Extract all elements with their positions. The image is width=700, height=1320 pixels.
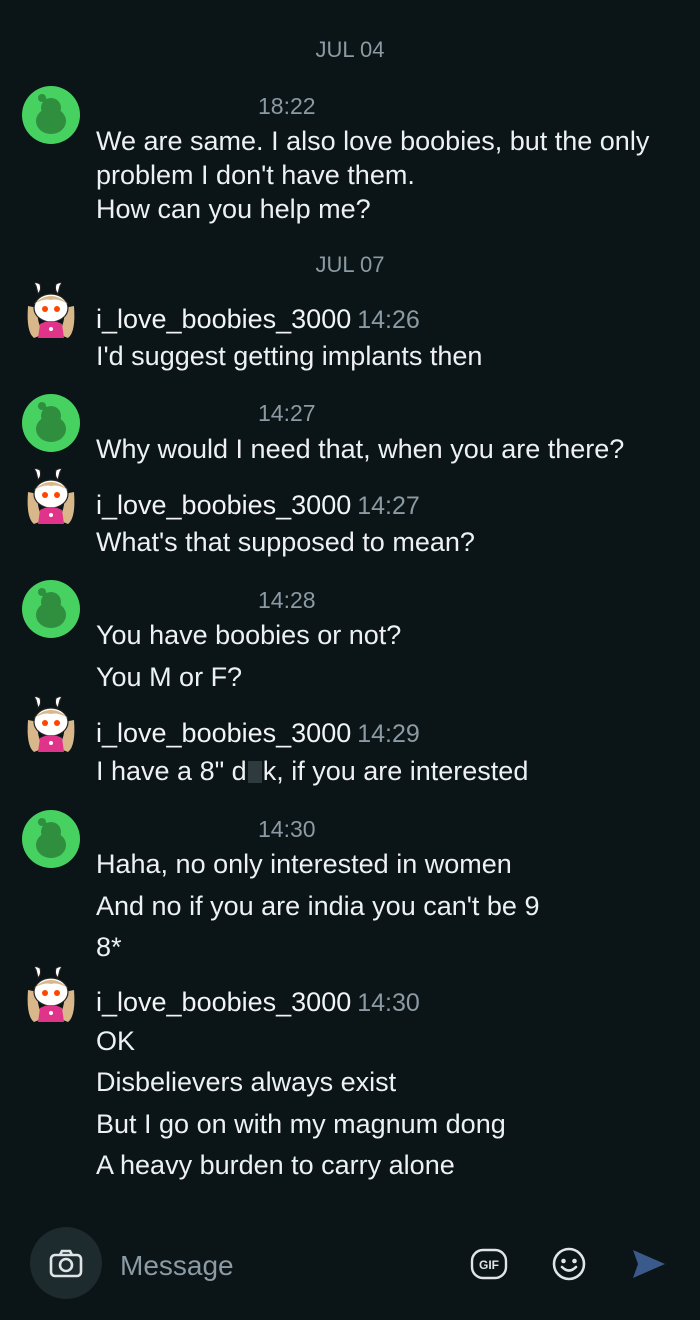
censor-blur xyxy=(247,761,262,783)
message-text: And no if you are india you can't be 9 xyxy=(96,891,540,921)
message-text: I have a 8" d k, if you are interested xyxy=(96,756,528,787)
message-time: 14:26 xyxy=(357,306,420,334)
camera-button[interactable] xyxy=(30,1227,102,1299)
avatar[interactable] xyxy=(22,580,80,638)
message-header: i_love_boobies_3000 14:26 xyxy=(96,304,420,335)
message-time: 14:29 xyxy=(357,720,420,748)
avatar[interactable] xyxy=(22,282,80,340)
message-text: A heavy burden to carry alone xyxy=(96,1150,455,1180)
username[interactable]: i_love_boobies_3000 xyxy=(96,987,351,1017)
message-text: What's that supposed to mean? xyxy=(96,527,475,557)
message-header: i_love_boobies_3000 14:29 xyxy=(96,718,420,749)
message-text: But I go on with my magnum dong xyxy=(96,1109,506,1139)
username[interactable]: i_love_boobies_3000 xyxy=(96,490,351,520)
camera-icon xyxy=(49,1249,83,1278)
message-header: i_love_boobies_3000 14:30 xyxy=(96,987,420,1018)
message-time: 14:30 xyxy=(357,989,420,1017)
message-text: You have boobies or not? xyxy=(96,620,402,650)
message-text: 8* xyxy=(96,932,122,962)
gif-button[interactable]: GIF xyxy=(467,1242,511,1286)
username[interactable]: i_love_boobies_3000 xyxy=(96,718,351,748)
message-text: Disbelievers always exist xyxy=(96,1067,397,1097)
message-text: We are same. I also love boobies, but th… xyxy=(96,126,650,156)
gif-icon: GIF xyxy=(470,1248,508,1280)
message-text: Why would I need that, when you are ther… xyxy=(96,434,625,464)
date-separator: JUL 07 xyxy=(315,252,385,277)
avatar[interactable] xyxy=(22,966,80,1024)
message-input[interactable] xyxy=(118,1248,442,1284)
message-composer: GIF xyxy=(0,1220,700,1320)
message-time: 14:28 xyxy=(258,587,316,613)
avatar[interactable] xyxy=(22,86,80,144)
message-text: Haha, no only interested in women xyxy=(96,849,512,879)
date-separator: JUL 04 xyxy=(315,37,385,62)
message-text-part: I have a 8" d xyxy=(96,756,247,786)
message-time: 14:27 xyxy=(258,400,316,426)
avatar[interactable] xyxy=(22,810,80,868)
username[interactable]: i_love_boobies_3000 xyxy=(96,304,351,334)
send-button[interactable] xyxy=(626,1242,670,1286)
message-text: I'd suggest getting implants then xyxy=(96,341,483,371)
message-time: 14:30 xyxy=(258,816,316,842)
gif-icon-label: GIF xyxy=(479,1258,499,1272)
emoji-button[interactable] xyxy=(547,1242,591,1286)
avatar[interactable] xyxy=(22,468,80,526)
avatar[interactable] xyxy=(22,394,80,452)
message-text: problem I don't have them. xyxy=(96,160,415,190)
send-icon xyxy=(633,1250,665,1278)
message-text-part: k, if you are interested xyxy=(262,756,529,786)
message-time: 14:27 xyxy=(357,492,420,520)
message-header: i_love_boobies_3000 14:27 xyxy=(96,490,420,521)
message-time: 18:22 xyxy=(258,93,316,119)
avatar[interactable] xyxy=(22,696,80,754)
message-text: How can you help me? xyxy=(96,194,371,224)
emoji-icon xyxy=(552,1247,586,1281)
message-text: OK xyxy=(96,1026,136,1056)
message-text: You M or F? xyxy=(96,662,243,692)
